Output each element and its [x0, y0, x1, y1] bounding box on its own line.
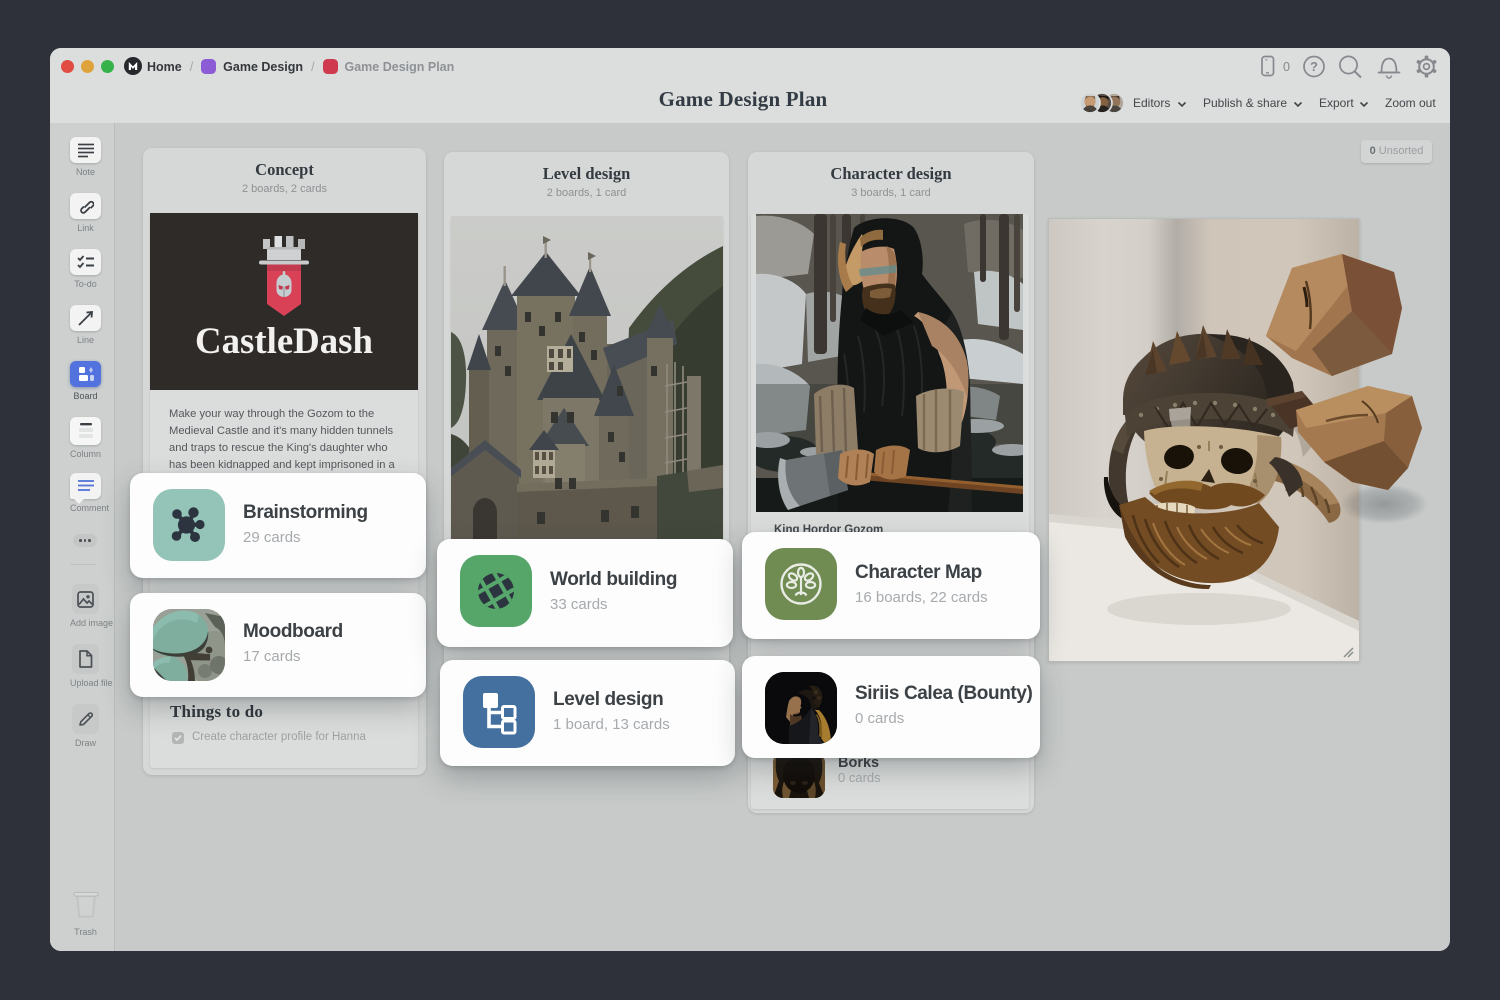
svg-text:?: ?: [1310, 59, 1318, 74]
svg-text:CastleDash: CastleDash: [195, 321, 373, 362]
svg-text:0: 0: [1283, 60, 1290, 74]
